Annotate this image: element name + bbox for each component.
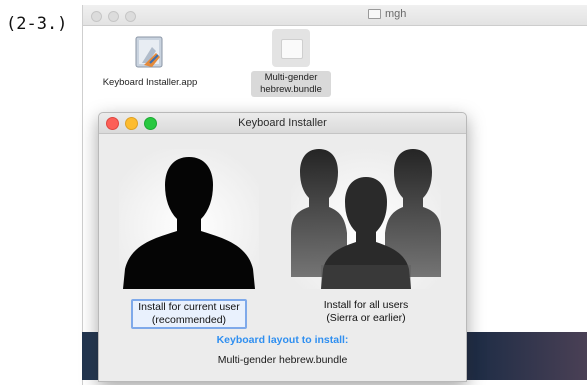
group-users-silhouette-icon: [291, 147, 441, 289]
install-all-users-button[interactable]: Install for all users (Sierra or earlier…: [291, 299, 441, 325]
step-label: (2-3.): [6, 14, 68, 34]
file-label: Multi-gender hebrew.bundle: [251, 71, 331, 97]
keyboard-layout-heading: Keyboard layout to install:: [216, 334, 349, 346]
zoom-window-button[interactable]: [125, 11, 136, 22]
install-all-users-option[interactable]: Install for all users (Sierra or earlier…: [291, 147, 441, 325]
file-label: Keyboard Installer.app: [102, 77, 198, 88]
folder-icon: [368, 9, 381, 19]
keyboard-layout-name: Multi-gender hebrew.bundle: [217, 354, 348, 366]
install-current-user-button[interactable]: Install for current user (recommended): [131, 299, 247, 329]
bundle-icon: [272, 29, 310, 67]
file-keyboard-installer-app[interactable]: Keyboard Installer.app: [95, 33, 205, 89]
finder-window-controls: [91, 11, 136, 22]
installer-app-icon: [135, 36, 163, 68]
option-line2: (recommended): [151, 314, 227, 326]
finder-titlebar[interactable]: mgh: [83, 5, 587, 26]
install-current-user-option[interactable]: Install for current user (recommended): [119, 149, 259, 329]
option-line1: Install for all users: [323, 299, 409, 311]
close-window-button[interactable]: [91, 11, 102, 22]
keyboard-installer-dialog: Keyboard Installer Install for current u…: [98, 112, 467, 382]
single-user-silhouette-icon: [119, 149, 259, 289]
option-line2: (Sierra or earlier): [326, 312, 406, 324]
finder-title-text: mgh: [385, 8, 407, 20]
minimize-window-button[interactable]: [108, 11, 119, 22]
finder-title: mgh: [368, 8, 406, 20]
dialog-titlebar[interactable]: Keyboard Installer: [99, 113, 466, 134]
dialog-title: Keyboard Installer: [238, 117, 327, 129]
option-line1: Install for current user: [138, 301, 240, 313]
file-multi-gender-bundle[interactable]: Multi-gender hebrew.bundle: [251, 29, 331, 97]
